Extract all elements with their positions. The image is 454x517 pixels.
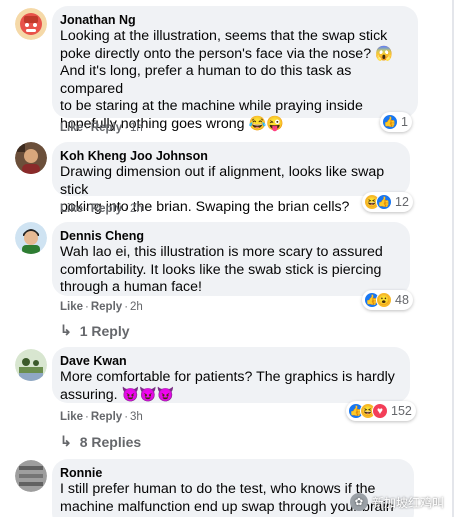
reaction-summary[interactable]: 😆 👍 12 (362, 192, 413, 212)
reaction-count: 48 (395, 293, 409, 307)
comment-author[interactable]: Dave Kwan (60, 353, 398, 369)
reply-link[interactable]: Reply (91, 122, 122, 134)
like-reaction-icon: 👍 (376, 194, 392, 210)
avatar[interactable] (15, 349, 47, 381)
reply-link[interactable]: Reply (91, 301, 122, 313)
love-reaction-icon: ♥ (372, 403, 388, 419)
comment-bubble: Koh Kheng Joo Johnson Drawing dimension … (52, 142, 410, 215)
avatar[interactable] (15, 142, 47, 174)
avatar[interactable] (15, 8, 47, 40)
reaction-count: 1 (401, 115, 408, 129)
comment-author[interactable]: Jonathan Ng (60, 12, 406, 28)
reply-arrow-icon: ↳ (60, 433, 72, 449)
comment-actions: Like · Reply · 3h (60, 411, 143, 423)
reply-arrow-icon: ↳ (60, 322, 72, 338)
comment-bubble: Dennis Cheng Wah lao ei, this illustrati… (52, 222, 410, 296)
wechat-logo-icon: ✿ (349, 493, 368, 511)
comment-item: Dave Kwan More comfortable for patients?… (0, 345, 440, 455)
comment-author[interactable]: Ronnie (60, 465, 402, 481)
avatar[interactable] (15, 222, 47, 254)
comment-item: Jonathan Ng Looking at the illustration,… (0, 0, 440, 140)
comment-text: Looking at the illustration, seems that … (60, 28, 393, 132)
like-link[interactable]: Like (60, 301, 83, 313)
comment-time[interactable]: 2h (130, 301, 143, 313)
comment-time[interactable]: 3h (130, 411, 143, 423)
watermark-text: 新加坡红鸡叫 (371, 495, 444, 510)
avatar[interactable] (15, 460, 47, 492)
comment-actions: Like · Reply · 2h (60, 203, 143, 215)
reply-link[interactable]: Reply (91, 203, 122, 215)
comment-item: Koh Kheng Joo Johnson Drawing dimension … (0, 140, 440, 220)
comment-text: More comfortable for patients? The graph… (60, 369, 395, 403)
comment-bubble: Dave Kwan More comfortable for patients?… (52, 347, 410, 403)
like-link[interactable]: Like (60, 203, 83, 215)
comment-time[interactable]: 2h (130, 203, 143, 215)
replies-count-label[interactable]: 8 Replies (80, 434, 141, 450)
comment-actions: Like · Reply · 1h (60, 122, 143, 134)
wow-reaction-icon: 😮 (376, 292, 392, 308)
comment-bubble: Jonathan Ng Looking at the illustration,… (52, 6, 418, 132)
comment-time[interactable]: 1h (130, 122, 143, 134)
comment-text: Wah lao ei, this illustration is more sc… (60, 244, 383, 295)
replies-count-label[interactable]: 1 Reply (80, 323, 130, 339)
watermark: ✿ 新加坡红鸡叫 (349, 493, 444, 511)
comment-author[interactable]: Koh Kheng Joo Johnson (60, 148, 398, 164)
view-replies-link[interactable]: ↳ 8 Replies (60, 433, 141, 450)
like-reaction-icon: 👍 (382, 114, 398, 130)
like-link[interactable]: Like (60, 411, 83, 423)
reaction-count: 12 (395, 195, 409, 209)
reply-link[interactable]: Reply (91, 411, 122, 423)
view-replies-link[interactable]: ↳ 1 Reply (60, 322, 130, 339)
reaction-summary[interactable]: 👍 1 (380, 112, 412, 132)
comment-actions: Like · Reply · 2h (60, 301, 143, 313)
reaction-summary[interactable]: 👍 😆 ♥ 152 (346, 401, 416, 421)
reaction-count: 152 (391, 404, 412, 418)
like-link[interactable]: Like (60, 122, 83, 134)
comment-author[interactable]: Dennis Cheng (60, 228, 398, 244)
comment-item: Dennis Cheng Wah lao ei, this illustrati… (0, 220, 440, 345)
reaction-summary[interactable]: 👍 😮 48 (362, 290, 413, 310)
